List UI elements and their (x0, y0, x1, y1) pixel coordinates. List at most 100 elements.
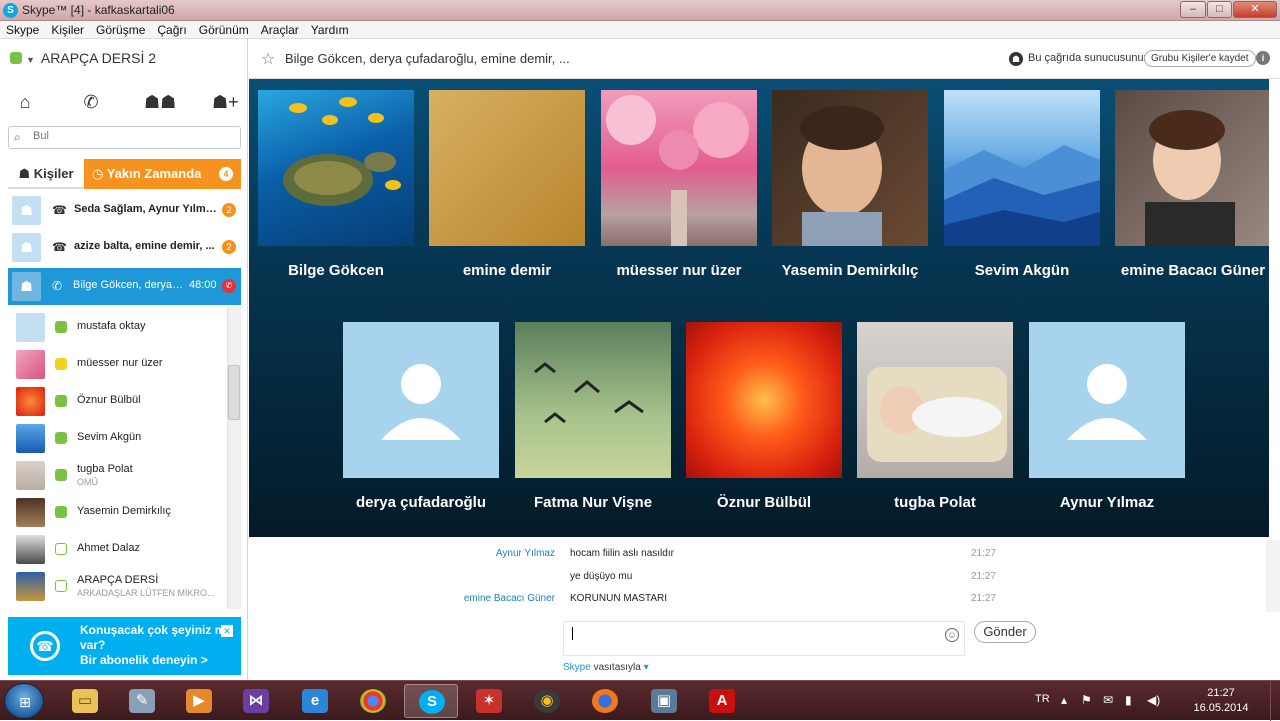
participant-video-tile[interactable] (258, 90, 414, 246)
tab-recent[interactable]: ◷ Yakın Zamanda 4 (84, 159, 241, 189)
call-phone-icon[interactable]: ✆ (78, 91, 104, 113)
participant-video-tile[interactable] (601, 90, 757, 246)
home-icon[interactable]: ⌂ (12, 91, 38, 113)
phone-icon: ✆ (52, 279, 63, 293)
minimize-button[interactable]: – (1180, 1, 1206, 18)
group-icon[interactable]: ☗☗ (144, 91, 176, 113)
contact-item[interactable]: Ahmet Dalaz (8, 531, 230, 568)
menu-skype[interactable]: Skype (0, 21, 45, 39)
recent-conversation-name: Seda Sağlam, Aynur Yılmaz, ... (74, 203, 218, 215)
folder-icon: ▭ (72, 689, 98, 713)
participant-video-tile[interactable] (686, 322, 842, 478)
maximize-button[interactable]: □ (1207, 1, 1232, 18)
contact-item[interactable]: Yasemin Demirkılıç (8, 494, 230, 531)
chat-scrollbar[interactable] (1266, 540, 1280, 612)
send-via-selector[interactable]: Skype vasıtasıyla ▾ (563, 662, 649, 673)
start-button[interactable]: ⊞ (4, 683, 44, 719)
media-player-taskbar-button[interactable]: ▶ (172, 684, 226, 718)
add-contact-icon[interactable]: ☗+ (212, 91, 239, 113)
online-status-icon (55, 506, 67, 518)
hang-up-icon[interactable]: ✆ (222, 279, 236, 293)
notepad-taskbar-button[interactable]: ✎ (115, 684, 169, 718)
participant-video-tile[interactable] (1115, 90, 1271, 246)
participant-name: Sevim Akgün (974, 262, 1070, 279)
message-input[interactable]: ☺ (563, 621, 965, 656)
participant-video-tile[interactable] (429, 90, 585, 246)
language-indicator[interactable]: TR (1035, 693, 1050, 705)
online-status-icon (55, 321, 67, 333)
stage-scrollbar[interactable] (1269, 79, 1280, 537)
emoticon-icon[interactable]: ☺ (945, 628, 959, 642)
clock-icon: ◷ (92, 166, 107, 181)
contact-name: Yasemin Demirkılıç (77, 505, 171, 517)
info-icon[interactable]: i (1256, 51, 1270, 65)
scrollbar-thumb[interactable] (228, 365, 240, 420)
avatar (16, 387, 45, 416)
tab-recent-label: Yakın Zamanda (106, 166, 202, 181)
participant-video-tile[interactable] (944, 90, 1100, 246)
contact-list-scrollbar[interactable] (227, 307, 241, 609)
message-sender[interactable]: Aynur Yılmaz (496, 548, 555, 559)
tray-app-icon[interactable]: ✉ (1103, 693, 1113, 707)
calculator-taskbar-button[interactable]: ▣ (637, 684, 691, 718)
audio-taskbar-button[interactable]: ◉ (520, 684, 574, 718)
clock[interactable]: 21:27 16.05.2014 (1187, 686, 1255, 716)
contact-item[interactable]: Sevim Akgün (8, 420, 230, 457)
close-promo-icon[interactable]: ✕ (221, 625, 233, 637)
window-title-bar: S Skype™ [4] - kafkaskartali06 – □ ✕ (0, 0, 1280, 21)
message-sender[interactable]: emine Bacacı Güner (464, 593, 555, 604)
search-input[interactable] (33, 130, 233, 142)
participant-video-tile[interactable] (1029, 322, 1185, 478)
subscription-promo[interactable]: ☎ Konuşacak çok şeyiniz mi var? Bir abone… (8, 617, 241, 675)
menu-view[interactable]: Görünüm (193, 21, 255, 39)
contact-item[interactable]: mustafa oktay (8, 309, 230, 346)
menu-contacts[interactable]: Kişiler (45, 21, 90, 39)
tab-contacts[interactable]: ☗ Kişiler (8, 159, 84, 189)
participant-video-tile[interactable] (343, 322, 499, 478)
media-icon: ▶ (186, 689, 212, 713)
participant-video-tile[interactable] (857, 322, 1013, 478)
recent-conversation-item[interactable]: ☗ ☎ azize balta, emine demir, ... 2 (8, 229, 241, 266)
contact-name: Sevim Akgün (77, 431, 142, 443)
show-desktop-button[interactable] (1270, 681, 1280, 721)
avatar (16, 498, 45, 527)
participant-video-tile[interactable] (772, 90, 928, 246)
volume-icon[interactable]: ◀) (1147, 693, 1160, 707)
search-box[interactable]: ⌕ (8, 126, 241, 149)
close-button[interactable]: ✕ (1233, 1, 1277, 18)
status-menu[interactable]: ▼ ARAPÇA DERSİ 2 (10, 50, 156, 66)
app-taskbar-button[interactable]: ✶ (462, 684, 516, 718)
contact-item[interactable]: Öznur Bülbül (8, 383, 230, 420)
skype-taskbar-button[interactable]: S (404, 684, 458, 718)
participant-video-tile[interactable] (515, 322, 671, 478)
contact-item[interactable]: ARAPÇA DERSİ ARKADAŞLAR LÜTFEN MİKRO... (8, 568, 230, 605)
promo-line1: Konuşacak çok şeyiniz mi var? (80, 623, 229, 652)
menu-tools[interactable]: Araçlar (255, 21, 305, 39)
contact-name: Öznur Bülbül (77, 394, 141, 406)
chrome-taskbar-button[interactable] (346, 684, 400, 718)
menu-call[interactable]: Çağrı (151, 21, 192, 39)
firefox-taskbar-button[interactable] (578, 684, 632, 718)
explorer-taskbar-button[interactable]: ▭ (58, 684, 112, 718)
ie-taskbar-button[interactable]: e (288, 684, 342, 718)
recent-conversation-item[interactable]: ☗ ☎ Seda Sağlam, Aynur Yılmaz, ... 2 (8, 192, 241, 229)
send-button[interactable]: Gönder (974, 621, 1036, 643)
menu-help[interactable]: Yardım (305, 21, 355, 39)
menu-conversation[interactable]: Görüşme (90, 21, 151, 39)
default-avatar-icon (1067, 364, 1147, 440)
action-center-flag-icon[interactable]: ⚑ (1081, 693, 1092, 707)
window-title: Skype™ [4] - kafkaskartali06 (22, 3, 175, 17)
contact-item[interactable]: müesser nur üzer (8, 346, 230, 383)
network-icon[interactable]: ▮ (1125, 693, 1132, 707)
via-label: vasıtasıyla (593, 662, 641, 673)
show-hidden-icons[interactable]: ▴ (1061, 693, 1067, 707)
active-call-item[interactable]: ☗ ✆ Bilge Gökcen, derya çufadaroğlu, ...… (8, 268, 241, 305)
visual-studio-icon: ⋈ (243, 689, 269, 713)
favorite-star-icon[interactable]: ☆ (261, 49, 275, 69)
acrobat-taskbar-button[interactable]: A (695, 684, 749, 718)
search-icon: ⌕ (14, 130, 21, 144)
save-group-button[interactable]: Grubu Kişiler'e kaydet (1144, 50, 1256, 67)
visual-studio-taskbar-button[interactable]: ⋈ (229, 684, 283, 718)
promo-link[interactable]: Bir abonelik deneyin > (80, 653, 230, 668)
contact-item[interactable]: tugba Polat OMÜ (8, 457, 230, 494)
